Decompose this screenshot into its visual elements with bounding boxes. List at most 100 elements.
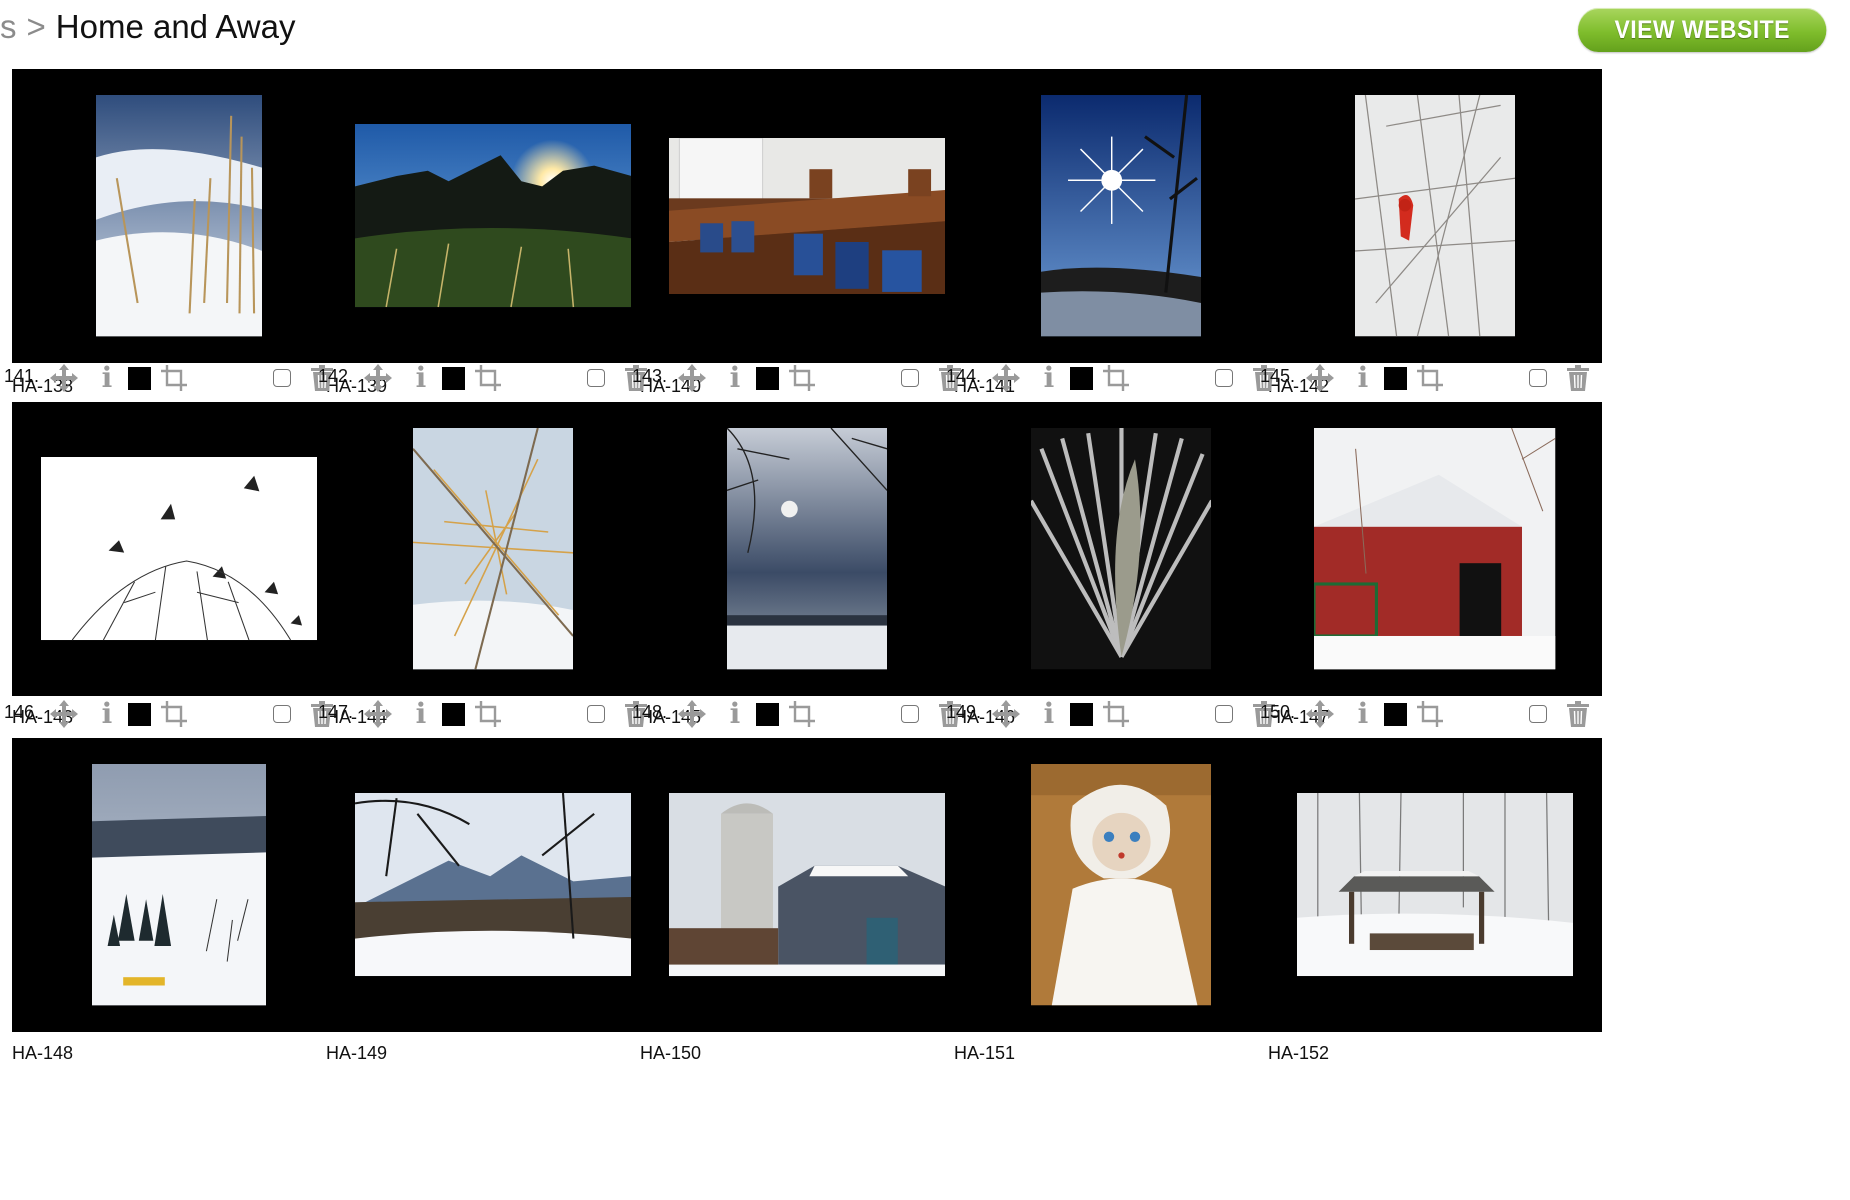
crop-icon[interactable] xyxy=(1100,698,1132,730)
black-swatch-icon[interactable] xyxy=(1068,698,1094,730)
info-icon[interactable]: i xyxy=(1038,698,1060,730)
photo-thumbnail[interactable] xyxy=(354,793,632,977)
black-swatch-icon[interactable] xyxy=(126,362,152,394)
black-swatch-icon[interactable] xyxy=(754,362,780,394)
photo-tile[interactable]: 149. i HA-151 xyxy=(942,696,1288,1076)
photo-thumbnail[interactable] xyxy=(1030,428,1212,670)
photo-tile[interactable]: HA-141 xyxy=(942,0,1288,396)
black-swatch-icon[interactable] xyxy=(1382,698,1408,730)
photo-thumbnail[interactable] xyxy=(668,138,946,294)
info-icon[interactable]: i xyxy=(1352,698,1374,730)
info-icon[interactable]: i xyxy=(410,698,432,730)
info-icon[interactable]: i xyxy=(1038,362,1060,394)
trash-icon[interactable] xyxy=(1562,698,1594,730)
move-arrows-icon[interactable] xyxy=(48,698,80,730)
photo-tile[interactable]: 144. i HA-146 xyxy=(942,360,1288,740)
select-checkbox[interactable] xyxy=(1526,362,1550,394)
photo-frame[interactable] xyxy=(1268,69,1602,363)
photo-frame[interactable] xyxy=(640,69,974,363)
select-checkbox[interactable] xyxy=(1212,698,1236,730)
info-icon[interactable]: i xyxy=(410,362,432,394)
trash-icon[interactable] xyxy=(1562,362,1594,394)
photo-frame[interactable] xyxy=(1268,402,1602,696)
select-checkbox[interactable] xyxy=(270,362,294,394)
photo-frame[interactable] xyxy=(954,69,1288,363)
photo-tile[interactable]: HA-138 xyxy=(0,0,346,396)
photo-frame[interactable] xyxy=(326,402,660,696)
select-checkbox[interactable] xyxy=(898,698,922,730)
move-arrows-icon[interactable] xyxy=(990,362,1022,394)
info-icon[interactable]: i xyxy=(724,362,746,394)
move-arrows-icon[interactable] xyxy=(362,362,394,394)
black-swatch-icon[interactable] xyxy=(1068,362,1094,394)
move-arrows-icon[interactable] xyxy=(1304,698,1336,730)
black-swatch-icon[interactable] xyxy=(440,362,466,394)
move-arrows-icon[interactable] xyxy=(1304,362,1336,394)
crop-icon[interactable] xyxy=(158,362,190,394)
select-checkbox[interactable] xyxy=(1526,698,1550,730)
crop-icon[interactable] xyxy=(472,362,504,394)
photo-thumbnail[interactable] xyxy=(1040,95,1202,337)
photo-thumbnail[interactable] xyxy=(354,124,632,308)
photo-thumbnail[interactable] xyxy=(726,428,888,670)
black-swatch-icon[interactable] xyxy=(1382,362,1408,394)
photo-thumbnail[interactable] xyxy=(91,764,267,1006)
photo-thumbnail[interactable] xyxy=(412,428,574,670)
photo-frame[interactable] xyxy=(12,402,346,696)
move-arrows-icon[interactable] xyxy=(48,362,80,394)
photo-tile[interactable]: 142. i HA-144 xyxy=(314,360,660,740)
info-icon[interactable]: i xyxy=(96,362,118,394)
crop-icon[interactable] xyxy=(786,698,818,730)
black-swatch-icon[interactable] xyxy=(126,698,152,730)
photo-thumbnail[interactable] xyxy=(1296,793,1574,977)
crop-icon[interactable] xyxy=(1414,362,1446,394)
photo-tile[interactable]: 146. i HA-148 xyxy=(0,696,346,1076)
tile-toolbar: 144. i xyxy=(942,360,1282,396)
photo-thumbnail[interactable] xyxy=(668,793,946,977)
photo-tile[interactable]: HA-140 xyxy=(628,0,974,396)
move-arrows-icon[interactable] xyxy=(362,698,394,730)
photo-tile[interactable]: HA-142 xyxy=(1256,0,1602,396)
crop-icon[interactable] xyxy=(472,698,504,730)
photo-thumbnail[interactable] xyxy=(40,457,318,641)
photo-frame[interactable] xyxy=(12,69,346,363)
tile-number: 149. xyxy=(946,702,982,722)
photo-frame[interactable] xyxy=(954,402,1288,696)
select-checkbox[interactable] xyxy=(584,698,608,730)
move-arrows-icon[interactable] xyxy=(990,698,1022,730)
move-arrows-icon[interactable] xyxy=(676,362,708,394)
black-swatch-icon[interactable] xyxy=(440,698,466,730)
info-icon[interactable]: i xyxy=(96,698,118,730)
black-swatch-icon[interactable] xyxy=(754,698,780,730)
photo-tile[interactable]: 141. i HA-143 xyxy=(0,360,346,740)
photo-thumbnail[interactable] xyxy=(1354,95,1516,337)
photo-tile[interactable]: HA-139 xyxy=(314,0,660,396)
photo-grid: HA-138 HA-139 HA-140 HA-141 HA-142 141. xyxy=(0,0,1850,1200)
crop-icon[interactable] xyxy=(1100,362,1132,394)
crop-icon[interactable] xyxy=(1414,698,1446,730)
photo-tile[interactable]: 145. i HA-147 xyxy=(1256,360,1602,740)
photo-frame[interactable] xyxy=(640,738,974,1032)
photo-thumbnail[interactable] xyxy=(1030,764,1212,1006)
select-checkbox[interactable] xyxy=(898,362,922,394)
photo-tile[interactable]: 143. i HA-145 xyxy=(628,360,974,740)
photo-frame[interactable] xyxy=(326,738,660,1032)
crop-icon[interactable] xyxy=(786,362,818,394)
photo-thumbnail[interactable] xyxy=(95,95,263,337)
photo-frame[interactable] xyxy=(12,738,346,1032)
crop-icon[interactable] xyxy=(158,698,190,730)
photo-tile[interactable]: 148. i HA-150 xyxy=(628,696,974,1076)
info-icon[interactable]: i xyxy=(1352,362,1374,394)
info-icon[interactable]: i xyxy=(724,698,746,730)
photo-tile[interactable]: 147. i HA-149 xyxy=(314,696,660,1076)
select-checkbox[interactable] xyxy=(1212,362,1236,394)
photo-frame[interactable] xyxy=(1268,738,1602,1032)
photo-frame[interactable] xyxy=(640,402,974,696)
photo-thumbnail[interactable] xyxy=(1314,428,1556,670)
photo-frame[interactable] xyxy=(954,738,1288,1032)
select-checkbox[interactable] xyxy=(584,362,608,394)
move-arrows-icon[interactable] xyxy=(676,698,708,730)
photo-frame[interactable] xyxy=(326,69,660,363)
select-checkbox[interactable] xyxy=(270,698,294,730)
photo-tile[interactable]: 150. i HA-152 xyxy=(1256,696,1602,1076)
